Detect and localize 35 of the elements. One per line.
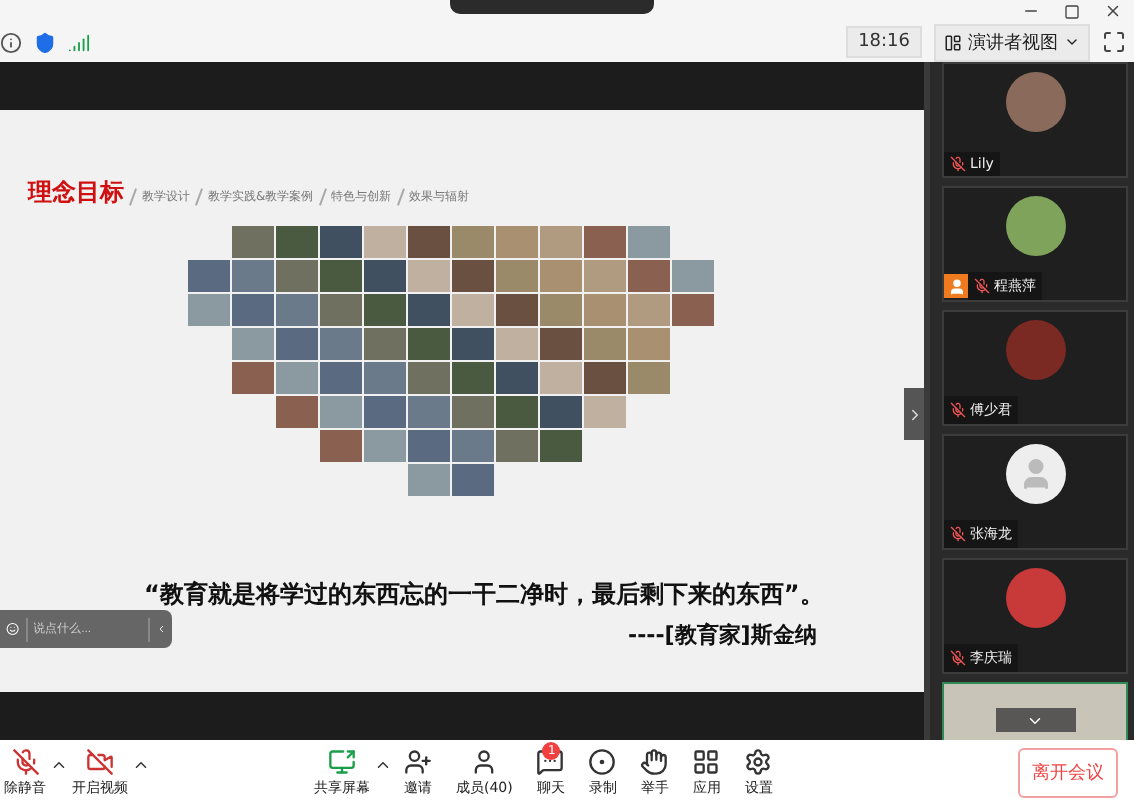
leave-meeting-button[interactable]: 离开会议: [1018, 748, 1118, 798]
close-icon[interactable]: [1104, 2, 1122, 20]
chat-bubble-icon: [536, 748, 565, 776]
slide-quote: “教育就是将学过的东西忘的一干二净时，最后剩下来的东西”。: [144, 578, 826, 612]
grid-icon: [692, 748, 721, 776]
slide-title: 理念目标: [28, 176, 124, 210]
maximize-icon[interactable]: [1064, 3, 1080, 19]
microphone-off-icon: [974, 278, 990, 294]
signal-icon: [68, 31, 90, 53]
add-user-icon: [404, 748, 432, 776]
quote-attribution: ----[教育家]斯金纳: [628, 620, 819, 650]
fullscreen-icon[interactable]: [1102, 30, 1126, 54]
shield-icon[interactable]: [34, 31, 56, 53]
caret-icon[interactable]: [374, 756, 392, 774]
layout-icon: [944, 33, 962, 51]
emoji-icon[interactable]: [6, 618, 20, 640]
share-screen-icon: [328, 748, 356, 776]
info-icon[interactable]: [0, 31, 22, 53]
microphone-off-icon: [950, 650, 966, 666]
record-icon: [588, 748, 617, 776]
caret-icon[interactable]: [132, 756, 150, 774]
view-mode-dropdown[interactable]: 演讲者视图: [934, 23, 1090, 61]
settings-icon: [744, 748, 773, 776]
caret-icon[interactable]: [50, 756, 68, 774]
microphone-off-icon: [950, 402, 966, 418]
meeting-time: 18:16: [846, 26, 922, 58]
hand-icon: [640, 748, 669, 776]
microphone-off-icon: [950, 156, 966, 172]
person-icon: [470, 748, 499, 776]
caret-icon: [1064, 34, 1080, 50]
microphone-off-icon: [11, 748, 39, 776]
panel-toggle-handle[interactable]: [904, 388, 924, 440]
microphone-off-icon: [950, 526, 966, 542]
collapse-button[interactable]: [995, 708, 1075, 732]
camera-off-icon: [86, 748, 114, 776]
